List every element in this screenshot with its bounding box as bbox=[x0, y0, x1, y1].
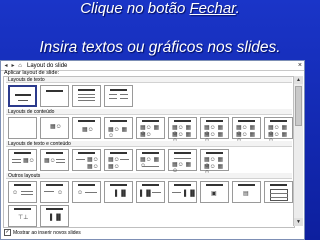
section-header-other-layouts: Outros layouts bbox=[6, 173, 292, 179]
gallery-scrollbar[interactable]: ▲ ▼ bbox=[293, 76, 303, 226]
layout-title-four-content-3[interactable]: ▦☺ ▦☺▦☺ ▦☺ bbox=[264, 117, 293, 144]
text-content-layouts-row: ▦☺ ▦☺ ▦☺▦☺ ▦☺▦☺ ▦☺ ▦☺ ▦☺ ▦☺ ▦☺ ▦☺▦☺ ▦☺ bbox=[8, 149, 229, 176]
task-pane-title: Layout do slide bbox=[27, 62, 68, 69]
layout-title-content-3[interactable]: ▦☺ ▦☺▦☺ ▦☺ bbox=[168, 117, 197, 144]
scroll-down-icon[interactable]: ▼ bbox=[294, 218, 303, 226]
show-on-insert-checkbox[interactable]: ✓ bbox=[4, 229, 11, 236]
layout-blank[interactable] bbox=[8, 117, 37, 139]
layout-other-chart-text[interactable]: ▌▐▌ bbox=[136, 181, 165, 203]
layout-two-column-text[interactable] bbox=[104, 85, 133, 107]
section-header-text-layouts: Layouts de texto bbox=[6, 77, 292, 83]
layout-other-org[interactable]: ▣ bbox=[200, 181, 229, 203]
home-icon[interactable]: ⌂ bbox=[17, 63, 23, 69]
layout-text-content-1[interactable]: ▦☺ bbox=[8, 149, 37, 171]
layout-other-1[interactable]: ☺ bbox=[8, 181, 37, 203]
content-layouts-row: ▦☺ ▦☺ ▦☺ ▦☺ ▦☺ ▦☺▦☺ ▦☺ ▦☺▦☺ ▦☺ ▦☺ ▦☺▦☺ ▦… bbox=[8, 117, 293, 144]
close-icon[interactable]: × bbox=[298, 61, 302, 70]
layout-text-content-4[interactable]: ▦☺ ▦☺ bbox=[104, 149, 133, 171]
section-header-text-content-layouts: Layouts de texto e conteúdo bbox=[6, 141, 292, 147]
forward-icon[interactable]: ▸ bbox=[10, 63, 16, 69]
layout-text-content-5[interactable]: ▦☺ ▦☺ bbox=[136, 149, 165, 171]
slide-layout-task-pane: ◂ ▸ ⌂ Layout do slide × Aplicar layout d… bbox=[0, 60, 305, 240]
layout-other-3[interactable]: ☺ bbox=[72, 181, 101, 203]
show-on-insert-option[interactable]: ✓ Mostrar ao inserir novos slides bbox=[4, 229, 81, 236]
layout-title-content-2[interactable]: ▦☺ ▦☺ ▦☺ bbox=[136, 117, 165, 139]
instruction-text: Clique no botão bbox=[80, 0, 190, 17]
layout-title-slide[interactable] bbox=[8, 85, 37, 107]
layout-other-chart[interactable]: ▌▐▌ bbox=[104, 181, 133, 203]
layout-title-two-content[interactable]: ▦☺ ▦☺ bbox=[104, 117, 133, 139]
other-layouts-row-2: ⊤⊥ ▌▐▌ bbox=[8, 205, 69, 227]
layout-other-diagram[interactable]: ▤ bbox=[232, 181, 261, 203]
instruction-period: . bbox=[235, 0, 240, 17]
layout-text-content-7[interactable]: ▦☺ ▦☺▦☺ ▦☺ bbox=[200, 149, 229, 176]
section-header-content-layouts: Layouts de conteúdo bbox=[6, 109, 292, 115]
show-on-insert-label: Mostrar ao inserir novos slides bbox=[13, 229, 81, 236]
instruction-line-2: Insira textos ou gráficos nos slides. bbox=[39, 39, 281, 56]
layout-other-table[interactable] bbox=[264, 181, 293, 203]
layout-title-four-content-2[interactable]: ▦☺ ▦☺▦☺ ▦☺ bbox=[232, 117, 261, 144]
layout-other-org-chart[interactable]: ⊤⊥ bbox=[8, 205, 37, 227]
scroll-up-icon[interactable]: ▲ bbox=[294, 76, 303, 84]
layout-other-2[interactable]: ☺ bbox=[40, 181, 69, 203]
layout-text-content-3[interactable]: ▦☺ ▦☺ bbox=[72, 149, 101, 171]
layout-other-chart-text-2[interactable]: ▌▐▌ bbox=[168, 181, 197, 203]
layout-text-content-2[interactable]: ▦☺ bbox=[40, 149, 69, 171]
close-button-reference: Fechar bbox=[189, 0, 236, 17]
layout-title-only[interactable] bbox=[40, 85, 69, 107]
layout-title-and-text[interactable] bbox=[72, 85, 101, 107]
layout-content[interactable]: ▦☺ bbox=[40, 117, 69, 139]
instruction-line-1: Clique no botão Fechar. bbox=[0, 0, 320, 17]
other-layouts-row: ☺ ☺ ☺ ▌▐▌ ▌▐▌ ▌▐▌ ▣ ▤ bbox=[8, 181, 293, 203]
scrollbar-thumb[interactable] bbox=[295, 86, 302, 126]
layout-gallery[interactable]: Layouts de texto Layouts de conteúdo ▦☺ … bbox=[3, 76, 295, 228]
layout-title-four-content[interactable]: ▦☺ ▦☺▦☺ ▦☺ bbox=[200, 117, 229, 144]
layout-title-content[interactable]: ▦☺ bbox=[72, 117, 101, 139]
back-icon[interactable]: ◂ bbox=[3, 63, 9, 69]
text-layouts-row bbox=[8, 85, 133, 107]
layout-text-content-6[interactable]: ▦☺ ▦☺ bbox=[168, 149, 197, 174]
layout-other-bar-chart[interactable]: ▌▐▌ bbox=[40, 205, 69, 227]
